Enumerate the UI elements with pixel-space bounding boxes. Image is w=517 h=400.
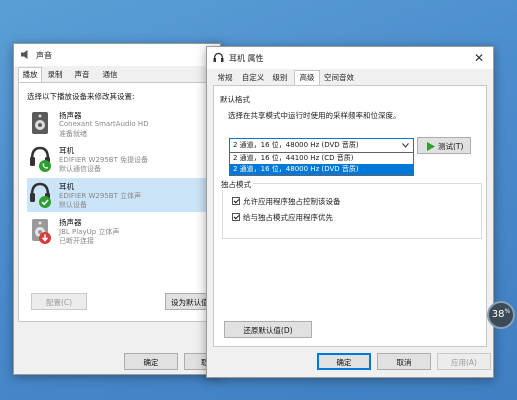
exclusive-priority-checkbox[interactable] bbox=[232, 213, 240, 221]
headphones-icon bbox=[213, 52, 224, 62]
properties-titlebar[interactable]: 耳机 属性 ✕ bbox=[207, 47, 493, 69]
default-format-description: 选择在共享模式中运行时使用的采样频率和位深度。 bbox=[228, 111, 401, 120]
cancel-button[interactable]: 取消 bbox=[377, 353, 431, 370]
test-button-label: 测试(T) bbox=[438, 142, 464, 151]
advanced-panel: 默认格式 选择在共享模式中运行时使用的采样频率和位深度。 2 通道，16 位，4… bbox=[213, 85, 487, 347]
phone-badge-icon bbox=[39, 160, 51, 172]
configure-button[interactable]: 配置(C) bbox=[31, 293, 87, 310]
sound-window-title: 声音 bbox=[36, 51, 52, 60]
apply-button[interactable]: 应用(A) bbox=[437, 353, 491, 370]
tab-spatial-sound[interactable]: 空间音效 bbox=[321, 71, 357, 85]
progress-value: 38 bbox=[491, 309, 505, 320]
format-option-highlighted[interactable]: 2 通道，16 位，48000 Hz (DVD 音质) bbox=[230, 164, 413, 175]
device-item-selected[interactable]: 耳机 EDIFIER W295BT 立体声 默认设备 bbox=[27, 178, 217, 212]
ok-button[interactable]: 确定 bbox=[317, 353, 371, 370]
device-driver: Conexant SmartAudio HD bbox=[59, 120, 149, 128]
down-arrow-badge-icon bbox=[39, 232, 51, 244]
device-status: 默认通信设备 bbox=[59, 165, 101, 173]
speaker-icon bbox=[32, 112, 48, 134]
exclusive-priority-label: 给与独占模式应用程序优先 bbox=[243, 213, 333, 222]
device-item[interactable]: 扬声器 JBL PlayUp 立体声 已断开连接 bbox=[27, 214, 217, 248]
restore-defaults-button[interactable]: 还原默认值(D) bbox=[224, 321, 312, 338]
play-icon bbox=[427, 142, 435, 151]
close-icon[interactable]: ✕ bbox=[471, 50, 487, 66]
properties-title: 耳机 属性 bbox=[229, 54, 264, 63]
playback-panel: 选择以下播放设备来修改其设置: 扬声器 Conexant SmartAudio … bbox=[18, 82, 225, 322]
speaker-icon bbox=[21, 50, 28, 59]
chevron-down-icon bbox=[402, 143, 409, 148]
device-list: 扬声器 Conexant SmartAudio HD 准备就绪 耳机 EDIFI… bbox=[27, 107, 217, 267]
instruction-text: 选择以下播放设备来修改其设置: bbox=[27, 92, 135, 101]
allow-exclusive-checkbox[interactable] bbox=[232, 197, 240, 205]
tab-custom[interactable]: 自定义 bbox=[240, 71, 266, 85]
sound-window-titlebar[interactable]: 声音 bbox=[14, 44, 220, 66]
device-status: 已断开连接 bbox=[59, 237, 94, 245]
device-item[interactable]: 扬声器 Conexant SmartAudio HD 准备就绪 bbox=[27, 107, 217, 141]
format-select[interactable]: 2 通道，16 位，48000 Hz (DVD 音质) bbox=[229, 138, 414, 153]
exclusive-mode-heading: 独占模式 bbox=[219, 179, 253, 190]
exclusive-mode-group: 独占模式 允许应用程序独占控制该设备 给与独占模式应用程序优先 bbox=[219, 179, 482, 239]
sound-ok-button[interactable]: 确定 bbox=[124, 353, 178, 370]
tab-recording[interactable]: 录制 bbox=[44, 68, 66, 82]
tab-communications[interactable]: 通信 bbox=[98, 68, 122, 82]
allow-exclusive-label: 允许应用程序独占控制该设备 bbox=[243, 197, 341, 206]
test-button[interactable]: 测试(T) bbox=[417, 137, 471, 154]
progress-unit: % bbox=[504, 308, 511, 315]
properties-window: 耳机 属性 ✕ 常规 自定义 级别 高级 空间音效 默认格式 选择在共享模式中运… bbox=[206, 46, 494, 378]
tab-sounds[interactable]: 声音 bbox=[71, 68, 93, 82]
check-badge-icon bbox=[39, 196, 51, 208]
tab-general[interactable]: 常规 bbox=[215, 71, 235, 85]
tab-levels[interactable]: 级别 bbox=[270, 71, 290, 85]
sound-window: 声音 播放 录制 声音 通信 选择以下播放设备来修改其设置: 扬声器 Conex… bbox=[13, 43, 225, 375]
default-format-heading: 默认格式 bbox=[220, 95, 250, 104]
format-select-value: 2 通道，16 位，48000 Hz (DVD 音质) bbox=[233, 141, 359, 149]
device-item[interactable]: 耳机 EDIFIER W295BT 免提设备 默认通信设备 bbox=[27, 142, 217, 176]
progress-badge[interactable]: 38% bbox=[487, 301, 515, 329]
format-dropdown-list: 2 通道，16 位，44100 Hz (CD 音质) 2 通道，16 位，480… bbox=[229, 152, 414, 176]
format-option[interactable]: 2 通道，16 位，44100 Hz (CD 音质) bbox=[230, 153, 413, 164]
device-status: 默认设备 bbox=[59, 201, 87, 209]
device-status: 准备就绪 bbox=[59, 130, 87, 138]
